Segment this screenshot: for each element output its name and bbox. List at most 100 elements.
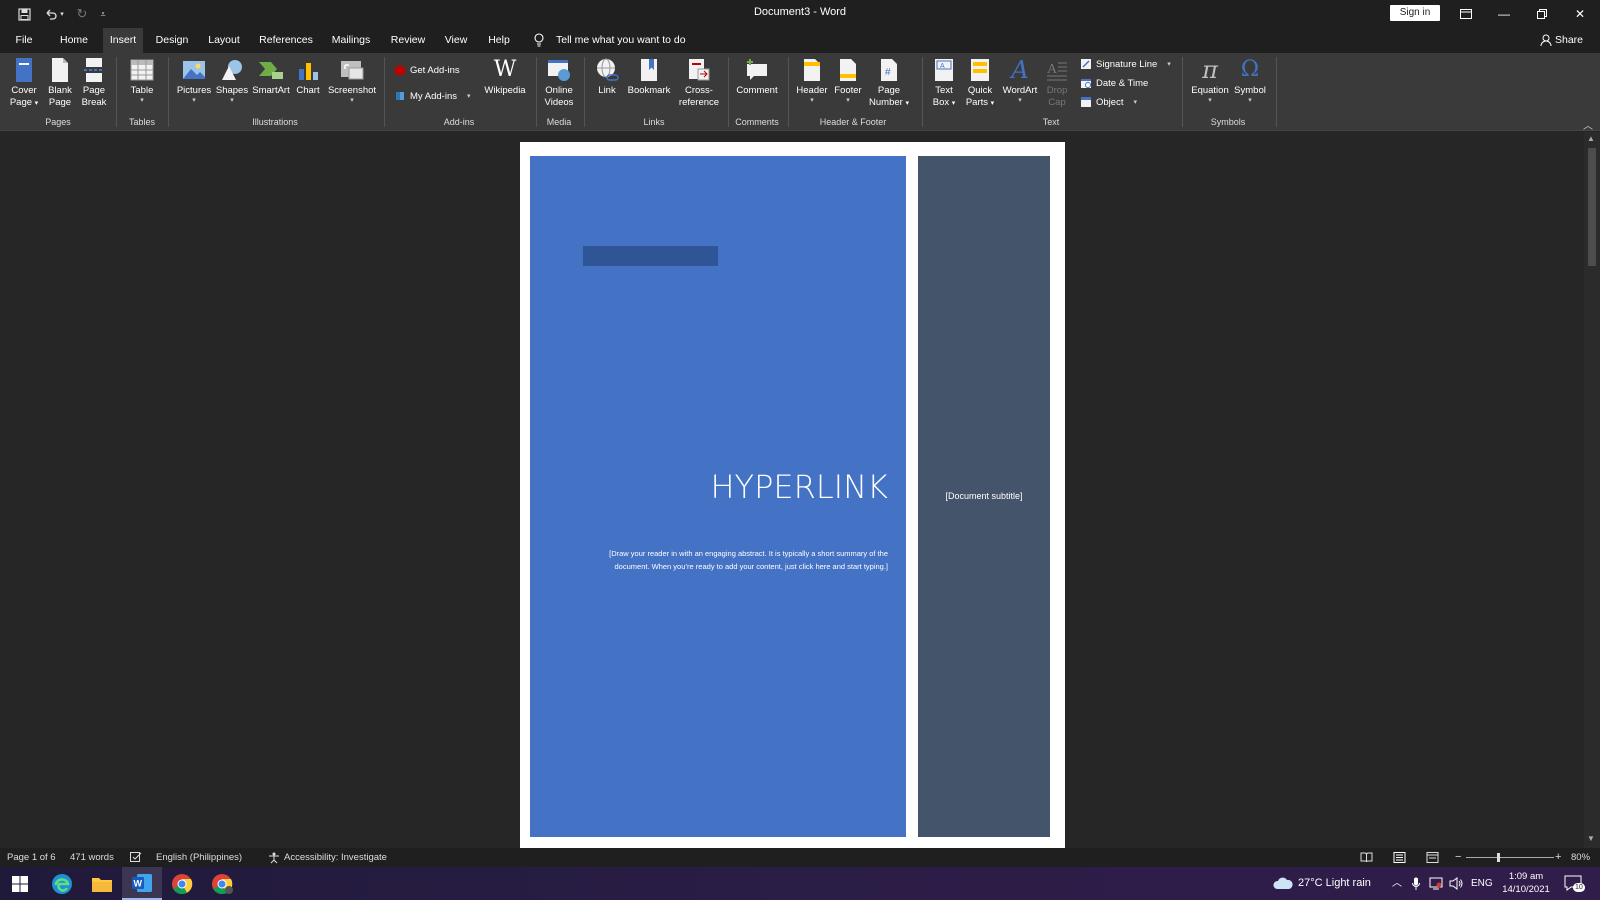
web-layout-icon[interactable]: [1426, 852, 1439, 863]
print-layout-icon[interactable]: [1393, 852, 1406, 863]
cover-page-button[interactable]: Cover Page ▾: [6, 57, 42, 110]
word-count[interactable]: 471 words: [70, 848, 114, 867]
collapse-ribbon-icon[interactable]: ︿: [1583, 117, 1593, 132]
wordart-button[interactable]: A WordArt ▾: [1000, 57, 1040, 105]
date-time-button[interactable]: Date & Time: [1080, 75, 1148, 91]
tell-me-search[interactable]: Tell me what you want to do: [556, 28, 686, 53]
pictures-button[interactable]: Pictures ▾: [174, 57, 214, 105]
tab-mailings[interactable]: Mailings: [328, 28, 374, 53]
group-separator: [1182, 57, 1183, 127]
wikipedia-icon: W: [493, 57, 517, 82]
chart-button[interactable]: Chart: [293, 57, 323, 97]
link-button[interactable]: Link: [592, 57, 622, 97]
tab-help[interactable]: Help: [484, 28, 514, 53]
page-count[interactable]: Page 1 of 6: [7, 848, 56, 867]
pi-icon: π: [1202, 56, 1218, 84]
chart-icon: [295, 57, 321, 83]
get-addins-button[interactable]: Get Add-ins: [394, 62, 460, 78]
show-hidden-icons-icon[interactable]: ︿: [1392, 867, 1402, 900]
ribbon-display-options-icon[interactable]: [1448, 0, 1484, 28]
document-page[interactable]: HYPERLINK [Draw your reader in with an e…: [520, 142, 1065, 848]
svg-text:A: A: [1047, 62, 1058, 77]
document-subtitle[interactable]: [Document subtitle]: [918, 491, 1050, 501]
chrome-icon[interactable]: [162, 867, 202, 900]
document-canvas[interactable]: HYPERLINK [Draw your reader in with an e…: [0, 132, 1584, 848]
clock[interactable]: 1:09 am 14/10/2021: [1500, 870, 1552, 896]
tab-references[interactable]: References: [257, 28, 315, 53]
smartart-button[interactable]: SmartArt: [250, 57, 292, 97]
document-abstract[interactable]: [Draw your reader in with an engaging ab…: [598, 548, 888, 573]
weather-text[interactable]: 27°C Light rain: [1298, 867, 1371, 900]
sign-in-button[interactable]: Sign in: [1390, 5, 1440, 21]
signature-icon: [1081, 59, 1091, 69]
cover-date-placeholder[interactable]: [583, 246, 718, 266]
weather-cloud-icon[interactable]: [1273, 877, 1293, 891]
blank-page-button[interactable]: Blank Page: [44, 57, 76, 109]
zoom-level[interactable]: 80%: [1571, 848, 1590, 867]
undo-icon[interactable]: [40, 4, 60, 24]
tab-file[interactable]: File: [10, 28, 38, 53]
zoom-in-icon[interactable]: +: [1555, 848, 1561, 867]
restore-icon[interactable]: [1524, 0, 1560, 28]
footer-button[interactable]: Footer ▾: [830, 57, 866, 105]
zoom-slider-thumb[interactable]: [1497, 853, 1500, 862]
edge-icon[interactable]: [42, 867, 82, 900]
file-explorer-icon[interactable]: [82, 867, 122, 900]
zoom-out-icon[interactable]: −: [1455, 848, 1461, 867]
equation-button[interactable]: π Equation ▾: [1188, 57, 1232, 105]
bookmark-button[interactable]: Bookmark: [624, 57, 674, 97]
lightbulb-icon: [534, 33, 544, 47]
my-addins-button[interactable]: My Add-ins ▾: [394, 88, 471, 104]
group-label-addins: Add-ins: [443, 117, 475, 127]
cover-side-panel[interactable]: [Document subtitle]: [918, 156, 1050, 837]
zoom-slider[interactable]: [1466, 857, 1554, 858]
minimize-icon[interactable]: —: [1486, 0, 1522, 28]
online-videos-button[interactable]: Online Videos: [540, 57, 578, 109]
drop-cap-button[interactable]: A Drop Cap: [1042, 57, 1072, 109]
scroll-down-arrow-icon[interactable]: ▼: [1587, 834, 1595, 843]
text-box-button[interactable]: A Text Box ▾: [928, 57, 960, 110]
document-title[interactable]: HYPERLINK: [710, 468, 888, 506]
signature-line-button[interactable]: Signature Line ▾: [1080, 56, 1171, 72]
network-icon[interactable]: [1429, 877, 1443, 890]
shapes-button[interactable]: Shapes ▾: [214, 57, 250, 105]
tab-layout[interactable]: Layout: [204, 28, 244, 53]
proofing-icon[interactable]: [130, 852, 142, 863]
microphone-icon[interactable]: [1412, 877, 1420, 891]
share-button[interactable]: Share: [1555, 28, 1583, 53]
chrome-profile-icon[interactable]: [202, 867, 242, 900]
windows-start-icon[interactable]: [0, 867, 40, 900]
symbol-button[interactable]: Ω Symbol ▾: [1232, 57, 1268, 105]
customize-quick-access-icon[interactable]: ⩡: [96, 4, 110, 24]
tab-insert[interactable]: Insert: [103, 28, 143, 53]
page-break-button[interactable]: Page Break: [78, 57, 110, 109]
redo-icon[interactable]: ↻: [72, 4, 92, 24]
accessibility-checker[interactable]: Accessibility: Investigate: [284, 848, 387, 867]
input-language[interactable]: ENG: [1471, 867, 1493, 900]
wikipedia-button[interactable]: W Wikipedia: [482, 57, 528, 97]
object-button[interactable]: Object ▾: [1080, 94, 1137, 110]
language-indicator[interactable]: English (Philippines): [156, 848, 242, 867]
read-mode-icon[interactable]: [1360, 852, 1373, 863]
scroll-up-arrow-icon[interactable]: ▲: [1587, 134, 1595, 143]
word-taskbar-icon[interactable]: W: [122, 867, 162, 900]
cross-reference-button[interactable]: Cross-reference: [676, 57, 722, 109]
save-icon[interactable]: [14, 4, 34, 24]
tab-design[interactable]: Design: [152, 28, 192, 53]
volume-icon[interactable]: [1449, 877, 1463, 890]
cover-page-panel[interactable]: HYPERLINK [Draw your reader in with an e…: [530, 156, 906, 837]
vertical-scrollbar[interactable]: ▲ ▼: [1584, 132, 1600, 848]
tab-view[interactable]: View: [441, 28, 471, 53]
undo-dropdown-icon[interactable]: ▾: [58, 4, 66, 24]
notification-center-icon[interactable]: 10: [1564, 875, 1585, 893]
tab-review[interactable]: Review: [388, 28, 428, 53]
tab-home[interactable]: Home: [56, 28, 92, 53]
quick-parts-button[interactable]: Quick Parts ▾: [962, 57, 998, 110]
screenshot-button[interactable]: Screenshot ▾: [326, 57, 378, 105]
page-number-button[interactable]: # Page Number ▾: [866, 57, 912, 110]
comment-button[interactable]: Comment: [732, 57, 782, 97]
scrollbar-thumb[interactable]: [1588, 148, 1596, 266]
header-button[interactable]: Header ▾: [794, 57, 830, 105]
table-button[interactable]: Table ▾: [124, 57, 160, 105]
close-icon[interactable]: ✕: [1562, 0, 1598, 28]
